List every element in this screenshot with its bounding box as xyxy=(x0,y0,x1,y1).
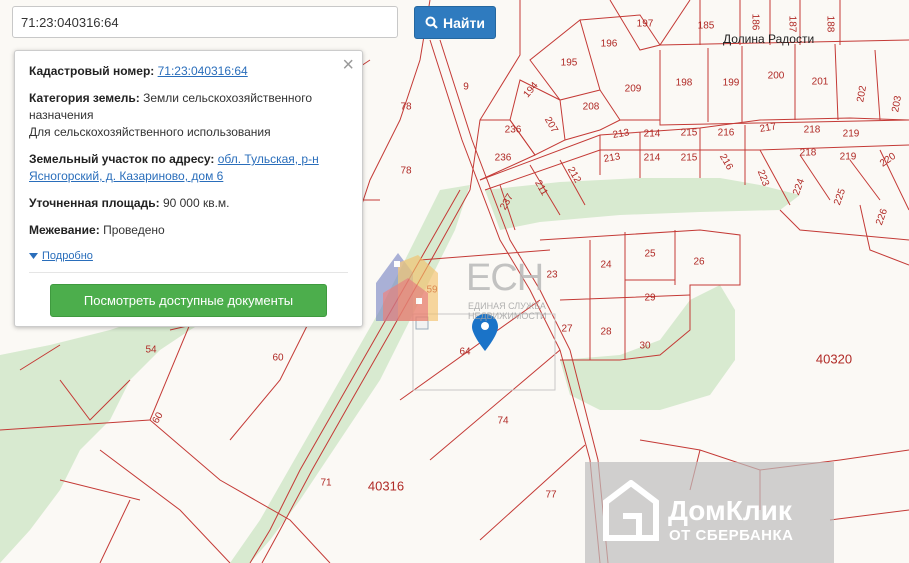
address-row: Земельный участок по адресу: обл. Тульск… xyxy=(29,151,348,185)
plot-label: 226 xyxy=(874,207,890,227)
plot-label: 236 xyxy=(495,153,512,164)
divider xyxy=(29,272,348,273)
plot-label: 23 xyxy=(546,270,558,281)
plot-info-panel: × Кадастровый номер: 71:23:040316:64 Кат… xyxy=(14,50,363,327)
plot-label: 219 xyxy=(843,129,860,140)
plot-label: 27 xyxy=(561,324,573,335)
plot-label: 60 xyxy=(272,353,284,364)
category-label: Категория земель: xyxy=(29,91,140,105)
plot-label: 29 xyxy=(644,293,656,304)
plot-label: 186 xyxy=(749,14,760,31)
settlement-area xyxy=(485,178,800,230)
logo-letters: ЕСН xyxy=(466,257,544,299)
plot-label: 209 xyxy=(625,84,642,95)
plot-label: 216 xyxy=(718,128,735,139)
plot-label: 28 xyxy=(600,327,612,338)
plot-label: 215 xyxy=(681,153,698,164)
cadastral-label: Кадастровый номер: xyxy=(29,64,155,78)
plot-label: 71 xyxy=(320,478,332,489)
domclick-subtitle: ОТ СБЕРБАНКА xyxy=(669,527,794,544)
area-row: Уточненная площадь: 90 000 кв.м. xyxy=(29,195,348,212)
plot-label: 26 xyxy=(693,257,705,268)
search-button[interactable]: Найти xyxy=(414,6,496,39)
cadastral-row: Кадастровый номер: 71:23:040316:64 xyxy=(29,63,348,80)
plot-label: 54 xyxy=(145,345,157,356)
plot-label: 214 xyxy=(644,153,661,164)
plot-label: 195 xyxy=(561,58,578,69)
more-details-link[interactable]: Подробно xyxy=(29,248,93,265)
plot-label: 64 xyxy=(459,347,471,358)
plot-label: 187 xyxy=(786,16,797,33)
plot-label: 200 xyxy=(768,71,785,82)
plot-label: 224 xyxy=(791,177,807,197)
plot-label: 188 xyxy=(824,16,835,33)
plot-label: 197 xyxy=(637,19,654,30)
domclick-watermark: ДомКлик ОТ СБЕРБАНКА xyxy=(585,462,834,563)
plot-label: 199 xyxy=(723,78,740,89)
plot-label: 196 xyxy=(601,39,618,50)
search-button-label: Найти xyxy=(443,14,485,31)
plot-label: 185 xyxy=(698,21,715,32)
plot-label: 216 xyxy=(717,152,735,172)
plot-label: 201 xyxy=(812,77,829,88)
search-input[interactable]: 71:23:040316:64 xyxy=(12,6,398,38)
esn-logo: ЕСН ЕДИНАЯ СЛУЖБА НЕДВИЖИМОСТИ xyxy=(368,243,548,323)
place-name: Долина Радости xyxy=(723,32,814,46)
more-details-label: Подробно xyxy=(42,249,93,262)
plot-label: 213 xyxy=(603,151,622,165)
plot-label: 236 xyxy=(505,125,522,136)
category-row: Категория земель: Земли сельскохозяйстве… xyxy=(29,90,348,141)
house-logo-icon xyxy=(376,253,438,321)
address-label: Земельный участок по адресу: xyxy=(29,152,215,166)
area-label: Уточненная площадь: xyxy=(29,196,160,210)
plot-label: 217 xyxy=(759,121,778,135)
plot-label: 9 xyxy=(463,82,469,93)
survey-row: Межевание: Проведено xyxy=(29,222,348,239)
plot-label: 74 xyxy=(497,416,509,427)
plot-label: 198 xyxy=(676,78,693,89)
plot-label: 30 xyxy=(639,341,651,352)
search-icon xyxy=(425,16,438,29)
plot-label: 78 xyxy=(400,166,412,177)
domclick-title: ДомКлик xyxy=(668,495,792,526)
plot-label: 207 xyxy=(542,115,560,135)
caret-down-icon xyxy=(29,253,38,259)
survey-label: Межевание: xyxy=(29,223,100,237)
close-icon[interactable]: × xyxy=(342,55,354,75)
forest-area xyxy=(0,300,210,563)
block-label: 40316 xyxy=(368,478,404,493)
plot-label: 77 xyxy=(545,490,557,501)
plot-label: 194 xyxy=(522,80,541,100)
plot-label: 219 xyxy=(840,152,857,163)
logo-subtitle: ЕДИНАЯ СЛУЖБА xyxy=(468,301,546,311)
plot-label: 25 xyxy=(644,249,656,260)
cadastral-number-link[interactable]: 71:23:040316:64 xyxy=(158,64,248,78)
survey-value: Проведено xyxy=(103,223,165,237)
plot-label: 213 xyxy=(612,127,631,141)
plot-label: 24 xyxy=(600,260,612,271)
plot-label: 215 xyxy=(681,128,698,139)
plot-label: 202 xyxy=(855,84,869,103)
plot-label: 78 xyxy=(400,102,412,113)
area-value: 90 000 кв.м. xyxy=(162,196,230,210)
plot-label: 218 xyxy=(804,125,821,136)
view-documents-button[interactable]: Посмотреть доступные документы xyxy=(50,284,327,317)
plot-label: 214 xyxy=(644,129,661,140)
logo-subtitle: НЕДВИЖИМОСТИ xyxy=(468,311,547,321)
block-label: 40320 xyxy=(816,351,852,366)
house-icon xyxy=(603,480,659,541)
plot-label: 203 xyxy=(890,94,904,113)
category-use: Для сельскохозяйственного использования xyxy=(29,125,271,139)
plot-label: 225 xyxy=(832,187,848,207)
plot-label: 208 xyxy=(583,102,600,113)
plot-label: 218 xyxy=(800,148,817,159)
